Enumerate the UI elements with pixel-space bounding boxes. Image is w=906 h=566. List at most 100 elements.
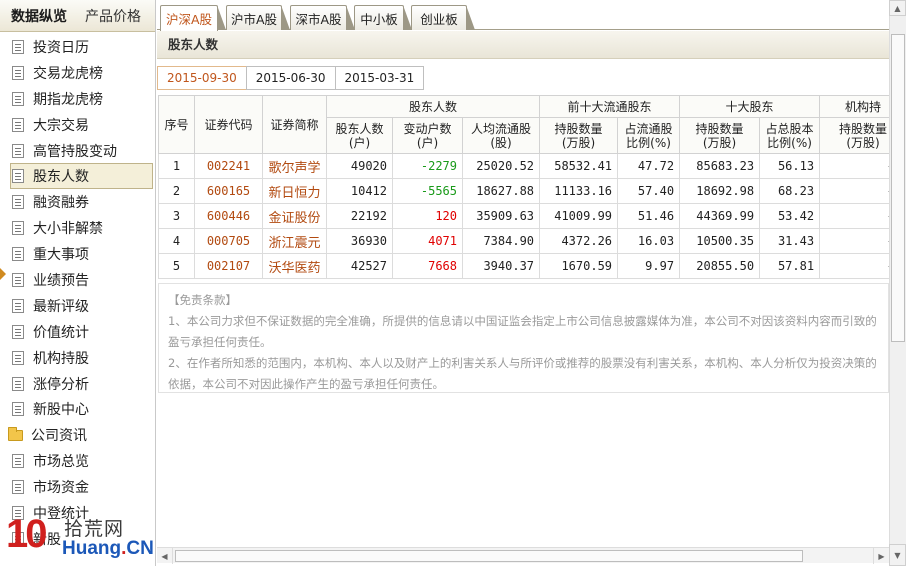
date-tab-2015-09-30[interactable]: 2015-09-30 bbox=[157, 66, 247, 90]
document-icon bbox=[12, 39, 24, 54]
vertical-scrollbar[interactable] bbox=[889, 16, 906, 544]
tab-sh-a[interactable]: 沪市A股 bbox=[226, 5, 290, 30]
vertical-scroll-thumb[interactable] bbox=[891, 34, 905, 342]
col-inst-qty: 持股数量 (万股) bbox=[819, 117, 889, 154]
sidebar-item[interactable]: 市场资金 bbox=[0, 474, 155, 500]
scroll-left-arrow-icon[interactable]: ◀ bbox=[157, 548, 173, 564]
content-panel: 沪深A股 沪市A股 深市A股 中小板 创业板 ▲ ▼ 股东人数 2015-09-… bbox=[157, 0, 906, 566]
group-holders: 股东人数 bbox=[325, 95, 541, 118]
holders-table-container: 序号 证券代码 证券简称 股东人数 前十大流通股东 十大股东 机构持 股东人数 … bbox=[158, 95, 889, 281]
sidebar-item[interactable]: 大宗交易 bbox=[0, 112, 155, 138]
cell-code[interactable]: 000705 bbox=[194, 228, 263, 254]
date-tab-2015-06-30[interactable]: 2015-06-30 bbox=[245, 66, 336, 90]
sidebar-item[interactable]: 市场总览 bbox=[0, 448, 155, 474]
sidebar-item[interactable]: 期指龙虎榜 bbox=[0, 86, 155, 112]
document-icon bbox=[12, 480, 24, 495]
tab-product-price[interactable]: 产品价格 bbox=[67, 6, 141, 26]
cell-code[interactable]: 600446 bbox=[194, 203, 263, 229]
cell-holders: 42527 bbox=[326, 253, 393, 279]
table-row: 1 002241 歌尔声学 49020 -2279 25020.52 58532.41 47.… bbox=[158, 153, 889, 179]
cell-total-ratio: 31.43 bbox=[759, 228, 821, 254]
sidebar-item[interactable]: 新股 bbox=[0, 526, 155, 552]
sidebar-item-label: 融资融券 bbox=[33, 195, 89, 212]
sidebar-item[interactable]: 中登统计 bbox=[0, 500, 155, 526]
sidebar-item[interactable]: 最新评级 bbox=[0, 293, 155, 319]
tab-chinext[interactable]: 创业板 bbox=[411, 5, 475, 30]
horizontal-scrollbar[interactable]: ◀ ▶ bbox=[157, 547, 889, 564]
cell-name[interactable]: 金证股份 bbox=[262, 203, 327, 229]
sidebar-item[interactable]: 股东人数 bbox=[10, 163, 153, 190]
sidebar-item-label: 交易龙虎榜 bbox=[33, 65, 103, 82]
sidebar-item-label: 大宗交易 bbox=[33, 117, 89, 134]
horizontal-scroll-thumb[interactable] bbox=[175, 550, 803, 562]
cell-name[interactable]: 沃华医药 bbox=[262, 253, 327, 279]
tab-label: 沪深A股 bbox=[165, 12, 213, 27]
cell-float-ratio: 16.03 bbox=[617, 228, 681, 254]
document-icon bbox=[12, 91, 24, 106]
sidebar-item[interactable]: 高管持股变动 bbox=[0, 138, 155, 164]
sidebar-item-label: 公司资讯 bbox=[31, 428, 87, 445]
sidebar-item-label: 最新评级 bbox=[33, 298, 89, 315]
sidebar-item-label: 市场资金 bbox=[33, 480, 89, 497]
sidebar-item[interactable]: 公司资讯 bbox=[0, 422, 155, 448]
tab-sh-sz-a[interactable]: 沪深A股 bbox=[160, 5, 226, 31]
market-tab-bar: 沪深A股 沪市A股 深市A股 中小板 创业板 bbox=[157, 0, 906, 31]
sidebar-item-label: 涨停分析 bbox=[33, 376, 89, 393]
document-icon bbox=[12, 247, 24, 262]
cell-total-qty: 44369.99 bbox=[679, 203, 761, 229]
sidebar-item-label: 市场总览 bbox=[33, 454, 89, 471]
scroll-down-arrow-icon[interactable]: ▼ bbox=[889, 544, 906, 566]
document-icon bbox=[12, 143, 24, 158]
sidebar-item[interactable]: 涨停分析 bbox=[0, 371, 155, 397]
col-total-ratio: 占总股本 比例(%) bbox=[759, 117, 821, 154]
cell-name[interactable]: 浙江震元 bbox=[262, 228, 327, 254]
cell-seq: 2 bbox=[158, 178, 195, 204]
sidebar-item-label: 高管持股变动 bbox=[33, 143, 117, 160]
col-float-ratio: 占流通股 比例(%) bbox=[617, 117, 681, 154]
cell-code[interactable]: 600165 bbox=[194, 178, 263, 204]
cell-total-qty: 20855.50 bbox=[679, 253, 761, 279]
cell-holders: 10412 bbox=[326, 178, 393, 204]
sidebar-item[interactable]: 融资融券 bbox=[0, 189, 155, 215]
sidebar-item[interactable]: 价值统计 bbox=[0, 319, 155, 345]
date-tab-2015-03-31[interactable]: 2015-03-31 bbox=[334, 66, 425, 90]
sidebar-item[interactable]: 新股中心 bbox=[0, 396, 155, 422]
sidebar-item[interactable]: 交易龙虎榜 bbox=[0, 60, 155, 86]
cell-code[interactable]: 002241 bbox=[194, 153, 263, 179]
disclaimer-paragraph-2: 2、在作者所知悉的范围内，本机构、本人以及财产上的利害关系人与所评价或推荐的股票… bbox=[168, 356, 877, 391]
tab-data-overview[interactable]: 数据纵览 bbox=[0, 6, 67, 26]
tab-sz-a[interactable]: 深市A股 bbox=[290, 5, 355, 30]
disclaimer-title: 【免责条款】 bbox=[168, 293, 237, 307]
cell-code[interactable]: 002107 bbox=[194, 253, 263, 279]
col-float-qty: 持股数量 (万股) bbox=[539, 117, 619, 154]
collapse-arrow-icon[interactable] bbox=[0, 268, 6, 280]
table-body: 1 002241 歌尔声学 49020 -2279 25020.52 58532.41 47.… bbox=[158, 153, 889, 279]
cell-name[interactable]: 新日恒力 bbox=[262, 178, 327, 204]
cell-float-qty: 58532.41 bbox=[539, 153, 619, 179]
cell-total-qty: 85683.23 bbox=[679, 153, 761, 179]
tab-sme-board[interactable]: 中小板 bbox=[354, 5, 412, 30]
group-top10-float: 前十大流通股东 bbox=[539, 95, 681, 118]
scroll-right-arrow-icon[interactable]: ▶ bbox=[873, 548, 889, 564]
tab-label: 沪市A股 bbox=[230, 11, 278, 27]
sidebar-item[interactable]: 投资日历 bbox=[0, 34, 155, 60]
sidebar-item[interactable]: 业绩预告 bbox=[0, 267, 155, 293]
sidebar-item[interactable]: 大小非解禁 bbox=[0, 215, 155, 241]
tab-label: 中小板 bbox=[360, 11, 398, 27]
cell-float-ratio: 57.40 bbox=[617, 178, 681, 204]
cell-total-ratio: 53.42 bbox=[759, 203, 821, 229]
document-icon bbox=[12, 298, 24, 313]
sidebar-item-label: 大小非解禁 bbox=[33, 221, 103, 238]
disclaimer-box: 【免责条款】 1、本公司力求但不保证数据的完全准确，所提供的信息请以中国证监会指… bbox=[158, 283, 889, 393]
sidebar-item[interactable]: 重大事项 bbox=[0, 241, 155, 267]
table-row: 2 600165 新日恒力 10412 -5565 18627.88 11133.16 57.… bbox=[158, 178, 889, 204]
cell-name[interactable]: 歌尔声学 bbox=[262, 153, 327, 179]
scroll-up-arrow-icon[interactable]: ▲ bbox=[889, 0, 906, 16]
sidebar-nav: 投资日历交易龙虎榜期指龙虎榜大宗交易高管持股变动股东人数融资融券大小非解禁重大事… bbox=[0, 32, 155, 552]
col-holders: 股东人数 (户) bbox=[326, 117, 393, 154]
sidebar-item[interactable]: 机构持股 bbox=[0, 345, 155, 371]
document-icon bbox=[12, 324, 24, 339]
document-icon bbox=[12, 195, 24, 210]
sidebar-item-label: 中登统计 bbox=[33, 505, 89, 522]
document-icon bbox=[12, 65, 24, 80]
